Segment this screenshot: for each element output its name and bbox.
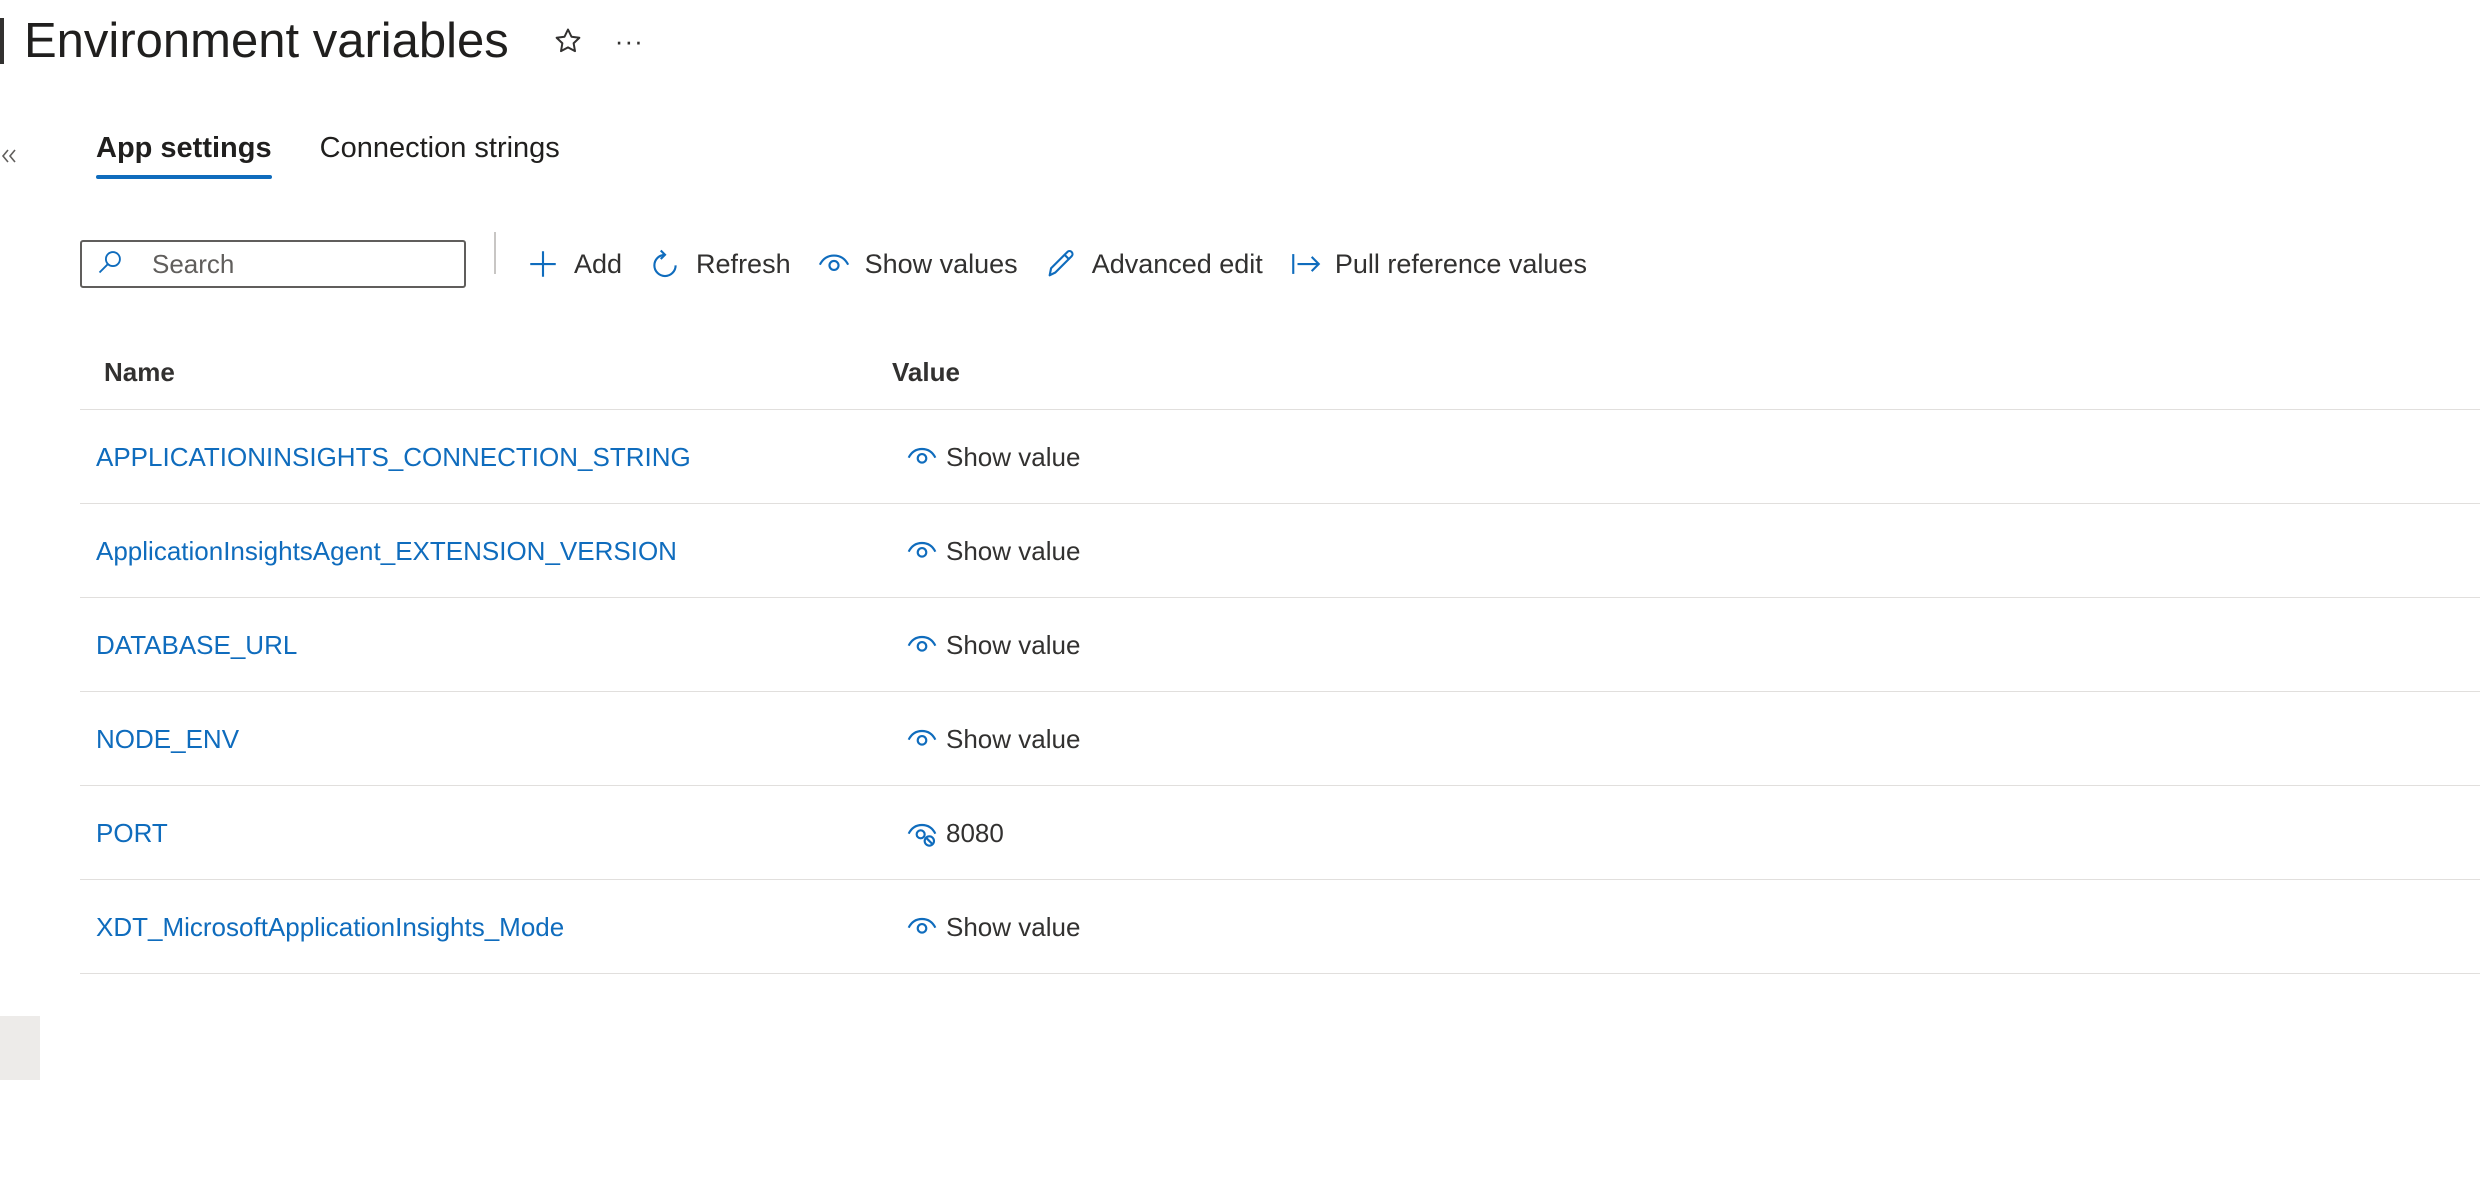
show-value-button[interactable]: Show value: [906, 598, 1080, 692]
plus-icon: [526, 247, 560, 281]
double-chevron-left-icon[interactable]: [0, 144, 20, 168]
column-header-value[interactable]: Value: [892, 357, 960, 388]
setting-value: Show value: [946, 723, 1081, 754]
page-title: Environment variables: [24, 14, 509, 68]
add-button-label: Add: [574, 248, 623, 279]
show-value-button[interactable]: Show value: [906, 410, 1080, 504]
eye-icon: [906, 441, 938, 473]
show-value-button[interactable]: Show value: [906, 880, 1080, 974]
setting-name-link[interactable]: NODE_ENV: [96, 692, 239, 786]
setting-value: Show value: [946, 629, 1081, 660]
show-values-button-label: Show values: [864, 248, 1018, 279]
column-header-name[interactable]: Name: [104, 357, 175, 388]
hide-value-button[interactable]: 8080: [906, 786, 1004, 880]
command-bar: Add Refresh Show values: [80, 232, 1613, 296]
setting-name-link[interactable]: PORT: [96, 786, 168, 880]
eye-icon: [817, 247, 851, 281]
search-icon: [96, 248, 124, 281]
eye-icon: [906, 535, 938, 567]
pull-reference-values-button-label: Pull reference values: [1334, 248, 1587, 279]
refresh-icon: [648, 247, 682, 281]
eye-hide-icon: [906, 817, 938, 849]
setting-value: Show value: [946, 441, 1081, 472]
setting-name-link[interactable]: DATABASE_URL: [96, 598, 297, 692]
table-row[interactable]: ApplicationInsightsAgent_EXTENSION_VERSI…: [80, 504, 2480, 598]
table-row[interactable]: APPLICATIONINSIGHTS_CONNECTION_STRING Sh…: [80, 410, 2480, 504]
environment-variables-page: Environment variables ··· App settings C…: [0, 0, 2480, 1204]
setting-name-link[interactable]: APPLICATIONINSIGHTS_CONNECTION_STRING: [96, 410, 691, 504]
eye-icon: [906, 629, 938, 661]
setting-name-link[interactable]: XDT_MicrosoftApplicationInsights_Mode: [96, 880, 564, 974]
setting-value: Show value: [946, 911, 1081, 942]
toolbar-divider: [494, 232, 496, 274]
add-button[interactable]: Add: [526, 247, 622, 281]
tab-app-settings[interactable]: App settings: [96, 132, 272, 179]
table-row[interactable]: NODE_ENV Show value: [80, 692, 2480, 786]
show-value-button[interactable]: Show value: [906, 504, 1080, 598]
tab-connection-strings[interactable]: Connection strings: [320, 132, 560, 179]
refresh-button-label: Refresh: [696, 248, 791, 279]
advanced-edit-button[interactable]: Advanced edit: [1044, 247, 1263, 281]
search-input[interactable]: [152, 248, 452, 280]
sidebar-handle[interactable]: [0, 1016, 40, 1080]
eye-icon: [906, 723, 938, 755]
table-header: Name Value: [80, 336, 2480, 410]
setting-name-link[interactable]: ApplicationInsightsAgent_EXTENSION_VERSI…: [96, 504, 677, 598]
tab-bar: App settings Connection strings: [96, 132, 608, 179]
table-row[interactable]: DATABASE_URL Show value: [80, 598, 2480, 692]
table-row[interactable]: PORT 8080: [80, 786, 2480, 880]
pencil-icon: [1044, 247, 1078, 281]
show-value-button[interactable]: Show value: [906, 692, 1080, 786]
setting-value: 8080: [946, 817, 1004, 848]
more-icon[interactable]: ···: [615, 26, 644, 57]
app-settings-table: Name Value APPLICATIONINSIGHTS_CONNECTIO…: [80, 336, 2480, 974]
table-row[interactable]: XDT_MicrosoftApplicationInsights_Mode Sh…: [80, 880, 2480, 974]
advanced-edit-button-label: Advanced edit: [1091, 248, 1263, 279]
page-header: Environment variables ···: [0, 6, 644, 76]
pull-arrow-icon: [1289, 247, 1323, 281]
pull-reference-values-button[interactable]: Pull reference values: [1289, 247, 1587, 281]
refresh-button[interactable]: Refresh: [648, 247, 791, 281]
search-box[interactable]: [80, 240, 466, 288]
show-values-button[interactable]: Show values: [817, 247, 1018, 281]
title-separator: [0, 18, 4, 64]
eye-icon: [906, 911, 938, 943]
star-icon[interactable]: [553, 26, 583, 56]
setting-value: Show value: [946, 535, 1081, 566]
